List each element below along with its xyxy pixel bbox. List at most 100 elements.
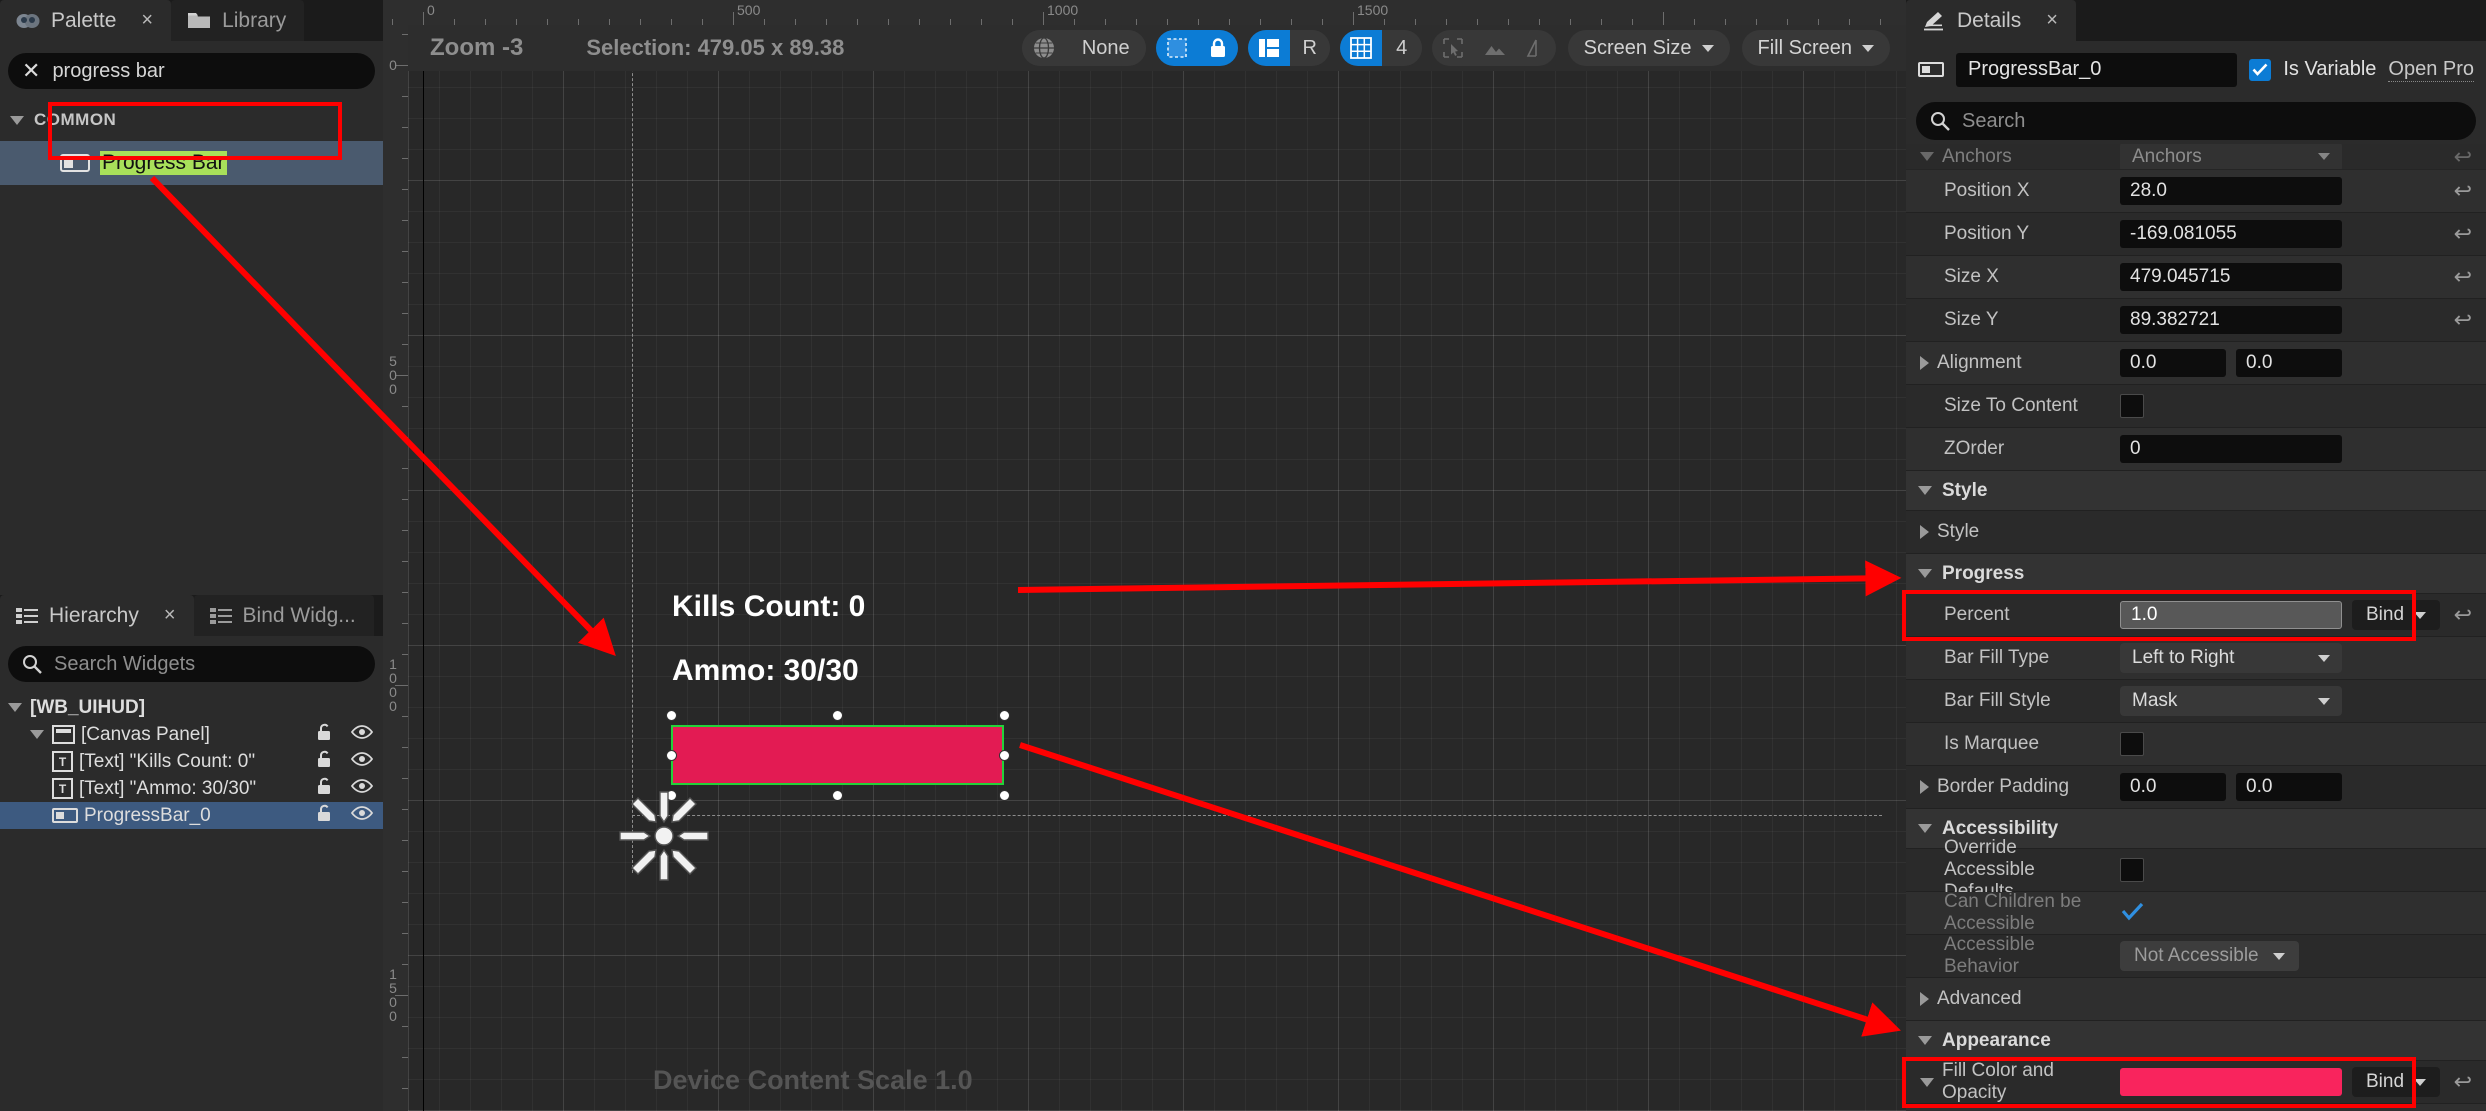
unlock-icon[interactable] bbox=[315, 776, 335, 802]
dropdown[interactable]: Not Accessible bbox=[2120, 941, 2299, 971]
selection-lock-group[interactable] bbox=[1155, 30, 1238, 66]
tree-row[interactable]: ProgressBar_0 bbox=[0, 802, 383, 829]
tree-row[interactable]: T [Text] "Ammo: 30/30" bbox=[0, 775, 383, 802]
tree-row[interactable]: [WB_UIHUD] bbox=[0, 694, 383, 721]
palette-search-input[interactable]: ✕ progress bar bbox=[8, 53, 375, 89]
tree-row[interactable]: [Canvas Panel] bbox=[0, 721, 383, 748]
resize-handle-tl[interactable] bbox=[666, 710, 677, 721]
unlock-icon[interactable] bbox=[315, 749, 335, 775]
value-input[interactable]: 89.382721 bbox=[2120, 306, 2342, 334]
palette-section-common[interactable]: COMMON bbox=[0, 105, 383, 135]
is-variable-checkbox[interactable] bbox=[2249, 58, 2272, 81]
value-input-x[interactable]: 0.0 bbox=[2120, 773, 2226, 801]
eye-icon[interactable] bbox=[350, 804, 374, 828]
palette-item-progress-bar[interactable]: Progress Bar bbox=[0, 141, 383, 185]
grid-icon[interactable] bbox=[1339, 30, 1382, 66]
globe-icon[interactable] bbox=[1021, 30, 1066, 66]
chevron-down-icon[interactable] bbox=[30, 730, 44, 739]
canvas-text-ammo[interactable]: Ammo: 30/30 bbox=[672, 654, 859, 688]
value-input-x[interactable]: 0.0 bbox=[2120, 349, 2226, 377]
resize-handle-ml[interactable] bbox=[666, 750, 677, 761]
tab-palette[interactable]: Palette × bbox=[0, 0, 172, 41]
canvas-progress-bar[interactable] bbox=[671, 725, 1004, 785]
grid-group[interactable]: 4 bbox=[1339, 30, 1422, 66]
reset-to-default-icon[interactable]: ↩ bbox=[2454, 602, 2472, 628]
chevron-right-icon[interactable] bbox=[1920, 780, 1929, 794]
chevron-down-icon[interactable] bbox=[8, 703, 22, 712]
checkbox[interactable] bbox=[2120, 858, 2144, 882]
color-swatch[interactable] bbox=[2120, 1068, 2342, 1096]
canvas-text-kills[interactable]: Kills Count: 0 bbox=[672, 590, 865, 624]
chevron-down-icon[interactable] bbox=[1920, 1077, 1934, 1087]
value-input[interactable]: -169.081055 bbox=[2120, 220, 2342, 248]
tab-library[interactable]: Library bbox=[171, 0, 305, 41]
none-label[interactable]: None bbox=[1065, 30, 1146, 66]
close-icon[interactable]: × bbox=[164, 604, 176, 627]
reset-to-default-icon[interactable]: ↩ bbox=[2454, 264, 2472, 290]
reset-to-default-icon[interactable]: ↩ bbox=[2454, 221, 2472, 247]
tab-details[interactable]: Details × bbox=[1906, 0, 2076, 41]
bind-button[interactable]: Bind bbox=[2352, 1067, 2441, 1097]
design-canvas[interactable]: Kills Count: 0 Ammo: 30/30 Device Conten… bbox=[408, 25, 1906, 1111]
chevron-down-icon[interactable] bbox=[1920, 152, 1934, 161]
chevron-right-icon[interactable] bbox=[1920, 356, 1929, 370]
checkbox[interactable] bbox=[2120, 394, 2144, 418]
clear-icon[interactable]: ✕ bbox=[22, 58, 40, 84]
details-category-style[interactable]: Style bbox=[1906, 471, 2486, 511]
value-input-y[interactable]: 0.0 bbox=[2236, 349, 2342, 377]
value-input[interactable]: 0 bbox=[2120, 435, 2342, 463]
marquee-select-icon[interactable] bbox=[1155, 30, 1198, 66]
hierarchy-search-input[interactable]: Search Widgets bbox=[8, 646, 375, 682]
eye-icon[interactable] bbox=[350, 777, 374, 801]
close-icon[interactable]: × bbox=[2046, 9, 2058, 32]
bind-button[interactable]: Bind bbox=[2352, 600, 2441, 630]
reset-to-default-icon[interactable]: ↩ bbox=[2454, 1069, 2472, 1095]
eye-icon[interactable] bbox=[350, 723, 374, 747]
rotate-r-icon[interactable]: R bbox=[1289, 30, 1330, 66]
open-prompt-link[interactable]: Open Pro bbox=[2388, 58, 2474, 82]
screen-size-dropdown[interactable]: Screen Size bbox=[1567, 30, 1730, 66]
extra-toggles-group[interactable] bbox=[1431, 30, 1556, 66]
chevron-right-icon[interactable] bbox=[1920, 525, 1929, 539]
resize-handle-tc[interactable] bbox=[832, 710, 843, 721]
details-category-appearance[interactable]: Appearance bbox=[1906, 1021, 2486, 1061]
grid-size-value[interactable]: 4 bbox=[1381, 30, 1422, 66]
flip-icon[interactable] bbox=[1516, 30, 1556, 66]
checkbox[interactable] bbox=[2120, 900, 2144, 927]
value-input[interactable]: 28.0 bbox=[2120, 177, 2342, 205]
dropdown[interactable]: Mask bbox=[2120, 686, 2342, 716]
value-input[interactable]: 479.045715 bbox=[2120, 263, 2342, 291]
tab-hierarchy[interactable]: Hierarchy × bbox=[0, 595, 194, 636]
panel-layout-icon[interactable] bbox=[1247, 30, 1290, 66]
eye-icon[interactable] bbox=[350, 750, 374, 774]
tab-bind-widgets[interactable]: Bind Widg... bbox=[193, 595, 374, 636]
details-search-input[interactable]: Search bbox=[1916, 102, 2476, 140]
resize-handle-bc[interactable] bbox=[832, 790, 843, 801]
details-category-progress[interactable]: Progress bbox=[1906, 554, 2486, 594]
unlock-icon[interactable] bbox=[315, 803, 335, 829]
value-input[interactable]: 1.0 bbox=[2120, 601, 2342, 629]
image-outline-icon[interactable] bbox=[1474, 30, 1516, 66]
none-group[interactable]: None bbox=[1021, 30, 1146, 66]
checkbox[interactable] bbox=[2120, 732, 2144, 756]
layout-group[interactable]: R bbox=[1247, 30, 1330, 66]
reset-to-default-icon[interactable]: ↩ bbox=[2454, 307, 2472, 333]
cursor-bounds-icon[interactable] bbox=[1432, 30, 1474, 66]
resize-handle-tr[interactable] bbox=[999, 710, 1010, 721]
value-input-y[interactable]: 0.0 bbox=[2236, 773, 2342, 801]
fill-screen-dropdown[interactable]: Fill Screen bbox=[1741, 30, 1890, 66]
tree-row[interactable]: T [Text] "Kills Count: 0" bbox=[0, 748, 383, 775]
reset-to-default-icon[interactable]: ↩ bbox=[2454, 178, 2472, 204]
reset-to-default-icon[interactable]: ↩ bbox=[2454, 144, 2472, 169]
close-icon[interactable]: × bbox=[141, 9, 153, 32]
lock-icon[interactable] bbox=[1197, 30, 1238, 66]
ruler-tick bbox=[402, 468, 408, 469]
resize-handle-br[interactable] bbox=[999, 790, 1010, 801]
chevron-right-icon[interactable] bbox=[1920, 992, 1929, 1006]
dropdown[interactable]: Anchors bbox=[2120, 144, 2342, 169]
dropdown[interactable]: Left to Right bbox=[2120, 643, 2342, 673]
anchor-medallion-icon[interactable] bbox=[618, 790, 710, 887]
resize-handle-mr[interactable] bbox=[999, 750, 1010, 761]
unlock-icon[interactable] bbox=[315, 722, 335, 748]
widget-name-input[interactable]: ProgressBar_0 bbox=[1956, 52, 2238, 87]
